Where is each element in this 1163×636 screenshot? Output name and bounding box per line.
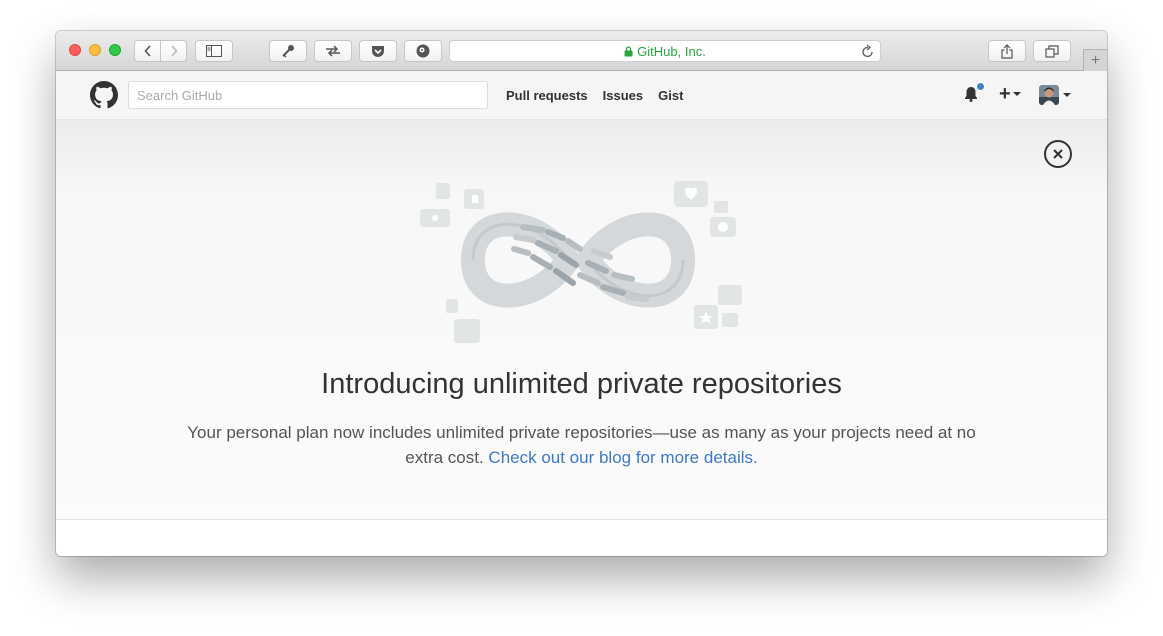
pocket-button[interactable] [359, 40, 397, 62]
sidebar-icon [206, 45, 222, 57]
announcement-title: Introducing unlimited private repositori… [321, 368, 842, 400]
plus-icon: + [999, 83, 1011, 105]
window-zoom-button[interactable] [109, 44, 121, 56]
tabs-icon [1045, 44, 1059, 58]
announcement-body: Your personal plan now includes unlimite… [176, 420, 987, 470]
pocket-icon [372, 45, 384, 57]
blog-link[interactable]: Check out our blog for more details. [488, 448, 757, 467]
caret-down-icon [1063, 93, 1071, 97]
browser-window: GitHub, Inc. + Pull requests Issues Gist [56, 31, 1107, 556]
announcement-panel: Introducing unlimited private repositori… [56, 120, 1107, 520]
new-tab-button[interactable]: + [1083, 49, 1107, 71]
create-new-menu[interactable]: + [999, 84, 1021, 104]
primary-nav: Pull requests Issues Gist [506, 88, 683, 103]
back-forward-buttons [134, 40, 187, 62]
key-icon [282, 45, 294, 58]
caret-down-icon [1012, 92, 1021, 96]
search-input[interactable] [128, 81, 488, 109]
dismiss-button[interactable] [1044, 140, 1072, 168]
address-bar[interactable]: GitHub, Inc. [449, 40, 881, 62]
share-button[interactable] [988, 40, 1026, 62]
browser-toolbar: GitHub, Inc. + [56, 31, 1107, 71]
github-header: Pull requests Issues Gist + [56, 71, 1107, 120]
arrows-icon [326, 45, 340, 57]
lock-icon [624, 45, 633, 57]
chevron-left-icon [143, 45, 151, 57]
address-text: GitHub, Inc. [637, 43, 706, 59]
duckduckgo-icon [416, 44, 430, 58]
notification-indicator [976, 82, 985, 91]
chevron-right-icon [170, 45, 178, 57]
nav-pull-requests[interactable]: Pull requests [506, 88, 588, 103]
github-logo-icon[interactable] [90, 81, 118, 109]
tabs-button[interactable] [1033, 40, 1071, 62]
reading-list-button[interactable] [314, 40, 352, 62]
page-footer-area [56, 521, 1107, 556]
unlimited-infinity-illustration [420, 181, 742, 343]
nav-gist[interactable]: Gist [658, 88, 683, 103]
sidebar-button[interactable] [195, 40, 233, 62]
plus-icon: + [1090, 51, 1101, 69]
extension-button[interactable] [404, 40, 442, 62]
passwords-button[interactable] [269, 40, 307, 62]
nav-issues[interactable]: Issues [603, 88, 643, 103]
forward-button[interactable] [160, 41, 186, 61]
window-close-button[interactable] [69, 44, 81, 56]
window-minimize-button[interactable] [89, 44, 101, 56]
back-button[interactable] [135, 41, 160, 61]
share-icon [1001, 43, 1013, 59]
avatar [1039, 85, 1059, 105]
reload-icon[interactable] [862, 44, 874, 61]
close-icon [1053, 149, 1063, 159]
user-menu[interactable] [1039, 85, 1071, 105]
